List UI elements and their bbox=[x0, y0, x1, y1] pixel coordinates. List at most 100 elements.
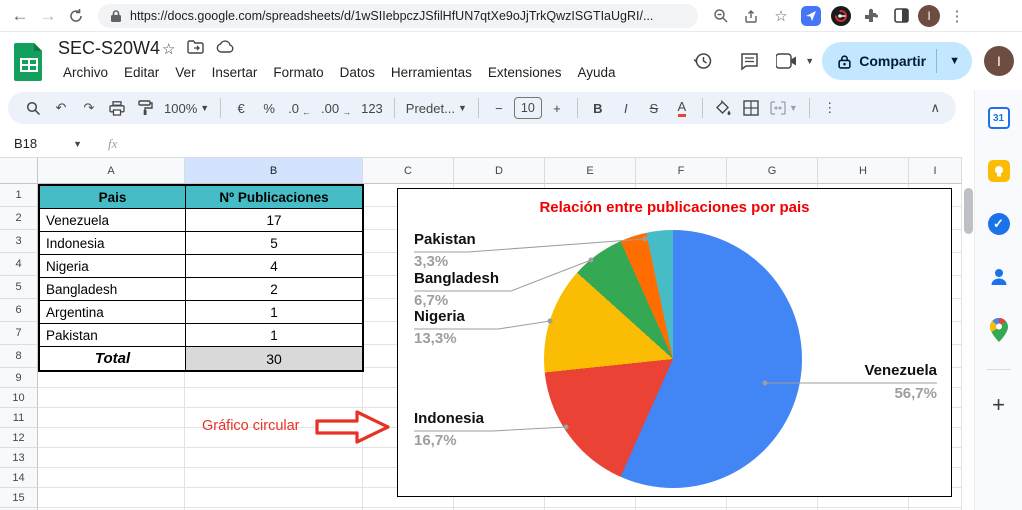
browser-refresh-button[interactable] bbox=[62, 2, 90, 30]
move-folder-icon[interactable] bbox=[187, 40, 205, 58]
share-button[interactable]: Compartir ▼ bbox=[822, 42, 972, 80]
name-box-caret-icon[interactable]: ▼ bbox=[73, 139, 82, 149]
browser-back-button[interactable]: ← bbox=[6, 2, 34, 30]
menu-formato[interactable]: Formato bbox=[266, 62, 330, 83]
select-all-corner[interactable] bbox=[0, 158, 38, 184]
decrease-font-size-button[interactable]: − bbox=[486, 95, 512, 121]
row-header-3[interactable]: 3 bbox=[0, 230, 38, 253]
more-options-icon[interactable]: ⋮ bbox=[817, 95, 843, 121]
data-table[interactable]: Pais Nº Publicaciones Venezuela 17 Indonesia… bbox=[38, 184, 364, 372]
text-color-button[interactable]: A bbox=[669, 95, 695, 121]
cell-count[interactable]: 4 bbox=[186, 255, 362, 277]
number-format-button[interactable]: 123 bbox=[357, 95, 387, 121]
zoom-out-page-icon[interactable] bbox=[708, 3, 734, 29]
row-header-7[interactable]: 7 bbox=[0, 322, 38, 345]
extensions-puzzle-icon[interactable] bbox=[858, 3, 884, 29]
table-row[interactable]: Venezuela 17 bbox=[40, 209, 362, 232]
cell-publicaciones-header[interactable]: Nº Publicaciones bbox=[186, 186, 362, 208]
cell-pais-header[interactable]: Pais bbox=[40, 186, 186, 208]
share-dropdown-caret[interactable]: ▼ bbox=[937, 55, 972, 67]
add-addon-button[interactable]: + bbox=[992, 392, 1005, 418]
pie-chart[interactable]: Relación entre publicaciones por pais Pa… bbox=[397, 188, 952, 497]
table-row[interactable]: Nigeria 4 bbox=[40, 255, 362, 278]
address-bar[interactable]: https://docs.google.com/spreadsheets/d/1… bbox=[98, 3, 698, 28]
column-header-G[interactable]: G bbox=[727, 158, 818, 184]
font-select[interactable]: Predet... ▼ bbox=[402, 95, 471, 121]
star-document-icon[interactable]: ☆ bbox=[162, 40, 175, 58]
menu-insertar[interactable]: Insertar bbox=[205, 62, 265, 83]
row-header-4[interactable]: 4 bbox=[0, 253, 38, 276]
cloud-saved-icon[interactable] bbox=[216, 40, 234, 58]
font-size-input[interactable]: 10 bbox=[513, 97, 542, 119]
undo-icon[interactable]: ↶ bbox=[48, 95, 74, 121]
increase-font-size-button[interactable]: + bbox=[544, 95, 570, 121]
menu-ayuda[interactable]: Ayuda bbox=[570, 62, 622, 83]
cell-count[interactable]: 1 bbox=[186, 324, 362, 346]
increase-decimals-button[interactable]: .00 → bbox=[317, 95, 355, 121]
sheets-logo-icon[interactable] bbox=[14, 43, 44, 81]
row-header-14[interactable]: 14 bbox=[0, 468, 38, 488]
column-header-F[interactable]: F bbox=[636, 158, 727, 184]
spreadsheet-grid[interactable]: ABCDEFGHI 12345678910111213141516 PaisNº… bbox=[0, 158, 962, 510]
row-header-1[interactable]: 1 bbox=[0, 184, 38, 207]
zoom-select[interactable]: 100% ▼ bbox=[160, 95, 213, 121]
calendar-icon[interactable]: 31 bbox=[983, 102, 1015, 134]
row-header-11[interactable]: 11 bbox=[0, 408, 38, 428]
cell-count[interactable]: 2 bbox=[186, 278, 362, 300]
table-row[interactable]: Total 30 bbox=[40, 347, 362, 370]
format-currency-button[interactable]: € bbox=[228, 95, 254, 121]
column-header-H[interactable]: H bbox=[818, 158, 909, 184]
merge-cells-icon[interactable]: ▼ bbox=[766, 95, 802, 121]
menu-ver[interactable]: Ver bbox=[168, 62, 202, 83]
share-page-icon[interactable] bbox=[738, 3, 764, 29]
cell-count[interactable]: 5 bbox=[186, 232, 362, 254]
italic-button[interactable]: I bbox=[613, 95, 639, 121]
row-header-5[interactable]: 5 bbox=[0, 276, 38, 299]
row-header-9[interactable]: 9 bbox=[0, 368, 38, 388]
menu-archivo[interactable]: Archivo bbox=[56, 62, 115, 83]
collapse-toolbar-icon[interactable]: ∧ bbox=[930, 100, 940, 116]
row-header-8[interactable]: 8 bbox=[0, 345, 38, 368]
keep-icon[interactable] bbox=[983, 155, 1015, 187]
table-row[interactable]: Bangladesh 2 bbox=[40, 278, 362, 301]
cell-country[interactable]: Pakistan bbox=[40, 324, 186, 346]
column-header-D[interactable]: D bbox=[454, 158, 545, 184]
column-header-C[interactable]: C bbox=[363, 158, 454, 184]
browser-forward-button[interactable]: → bbox=[34, 2, 62, 30]
table-row[interactable]: Indonesia 5 bbox=[40, 232, 362, 255]
cell-count[interactable]: 17 bbox=[186, 209, 362, 231]
extension-split-screen-icon[interactable] bbox=[888, 3, 914, 29]
tasks-icon[interactable]: ✓ bbox=[983, 208, 1015, 240]
maps-icon[interactable] bbox=[983, 314, 1015, 346]
print-icon[interactable] bbox=[104, 95, 130, 121]
row-header-12[interactable]: 12 bbox=[0, 428, 38, 448]
menu-datos[interactable]: Datos bbox=[333, 62, 382, 83]
column-header-I[interactable]: I bbox=[909, 158, 962, 184]
redo-icon[interactable]: ↷ bbox=[76, 95, 102, 121]
meet-caret-icon[interactable]: ▼ bbox=[805, 56, 814, 66]
row-header-15[interactable]: 15 bbox=[0, 488, 38, 508]
browser-menu-icon[interactable]: ⋮ bbox=[944, 3, 970, 29]
menu-herramientas[interactable]: Herramientas bbox=[384, 62, 479, 83]
decrease-decimals-button[interactable]: .0 ← bbox=[284, 95, 315, 121]
fill-color-icon[interactable] bbox=[710, 95, 736, 121]
row-header-2[interactable]: 2 bbox=[0, 207, 38, 230]
table-row[interactable]: Pais Nº Publicaciones bbox=[40, 186, 362, 209]
meet-video-icon[interactable]: ▼ bbox=[776, 42, 814, 80]
paint-format-icon[interactable] bbox=[132, 95, 158, 121]
cell-country[interactable]: Indonesia bbox=[40, 232, 186, 254]
bookmark-star-icon[interactable]: ☆ bbox=[768, 3, 794, 29]
column-header-B[interactable]: B bbox=[185, 158, 363, 184]
cell-country[interactable]: Venezuela bbox=[40, 209, 186, 231]
account-avatar[interactable]: I bbox=[984, 46, 1014, 76]
extension-send-icon[interactable] bbox=[798, 3, 824, 29]
column-header-A[interactable]: A bbox=[38, 158, 185, 184]
table-row[interactable]: Argentina 1 bbox=[40, 301, 362, 324]
cell-total-label[interactable]: Total bbox=[40, 347, 186, 370]
scrollbar-thumb[interactable] bbox=[964, 188, 973, 234]
cell-count[interactable]: 1 bbox=[186, 301, 362, 323]
borders-icon[interactable] bbox=[738, 95, 764, 121]
table-row[interactable]: Pakistan 1 bbox=[40, 324, 362, 347]
row-header-13[interactable]: 13 bbox=[0, 448, 38, 468]
cell-country[interactable]: Argentina bbox=[40, 301, 186, 323]
